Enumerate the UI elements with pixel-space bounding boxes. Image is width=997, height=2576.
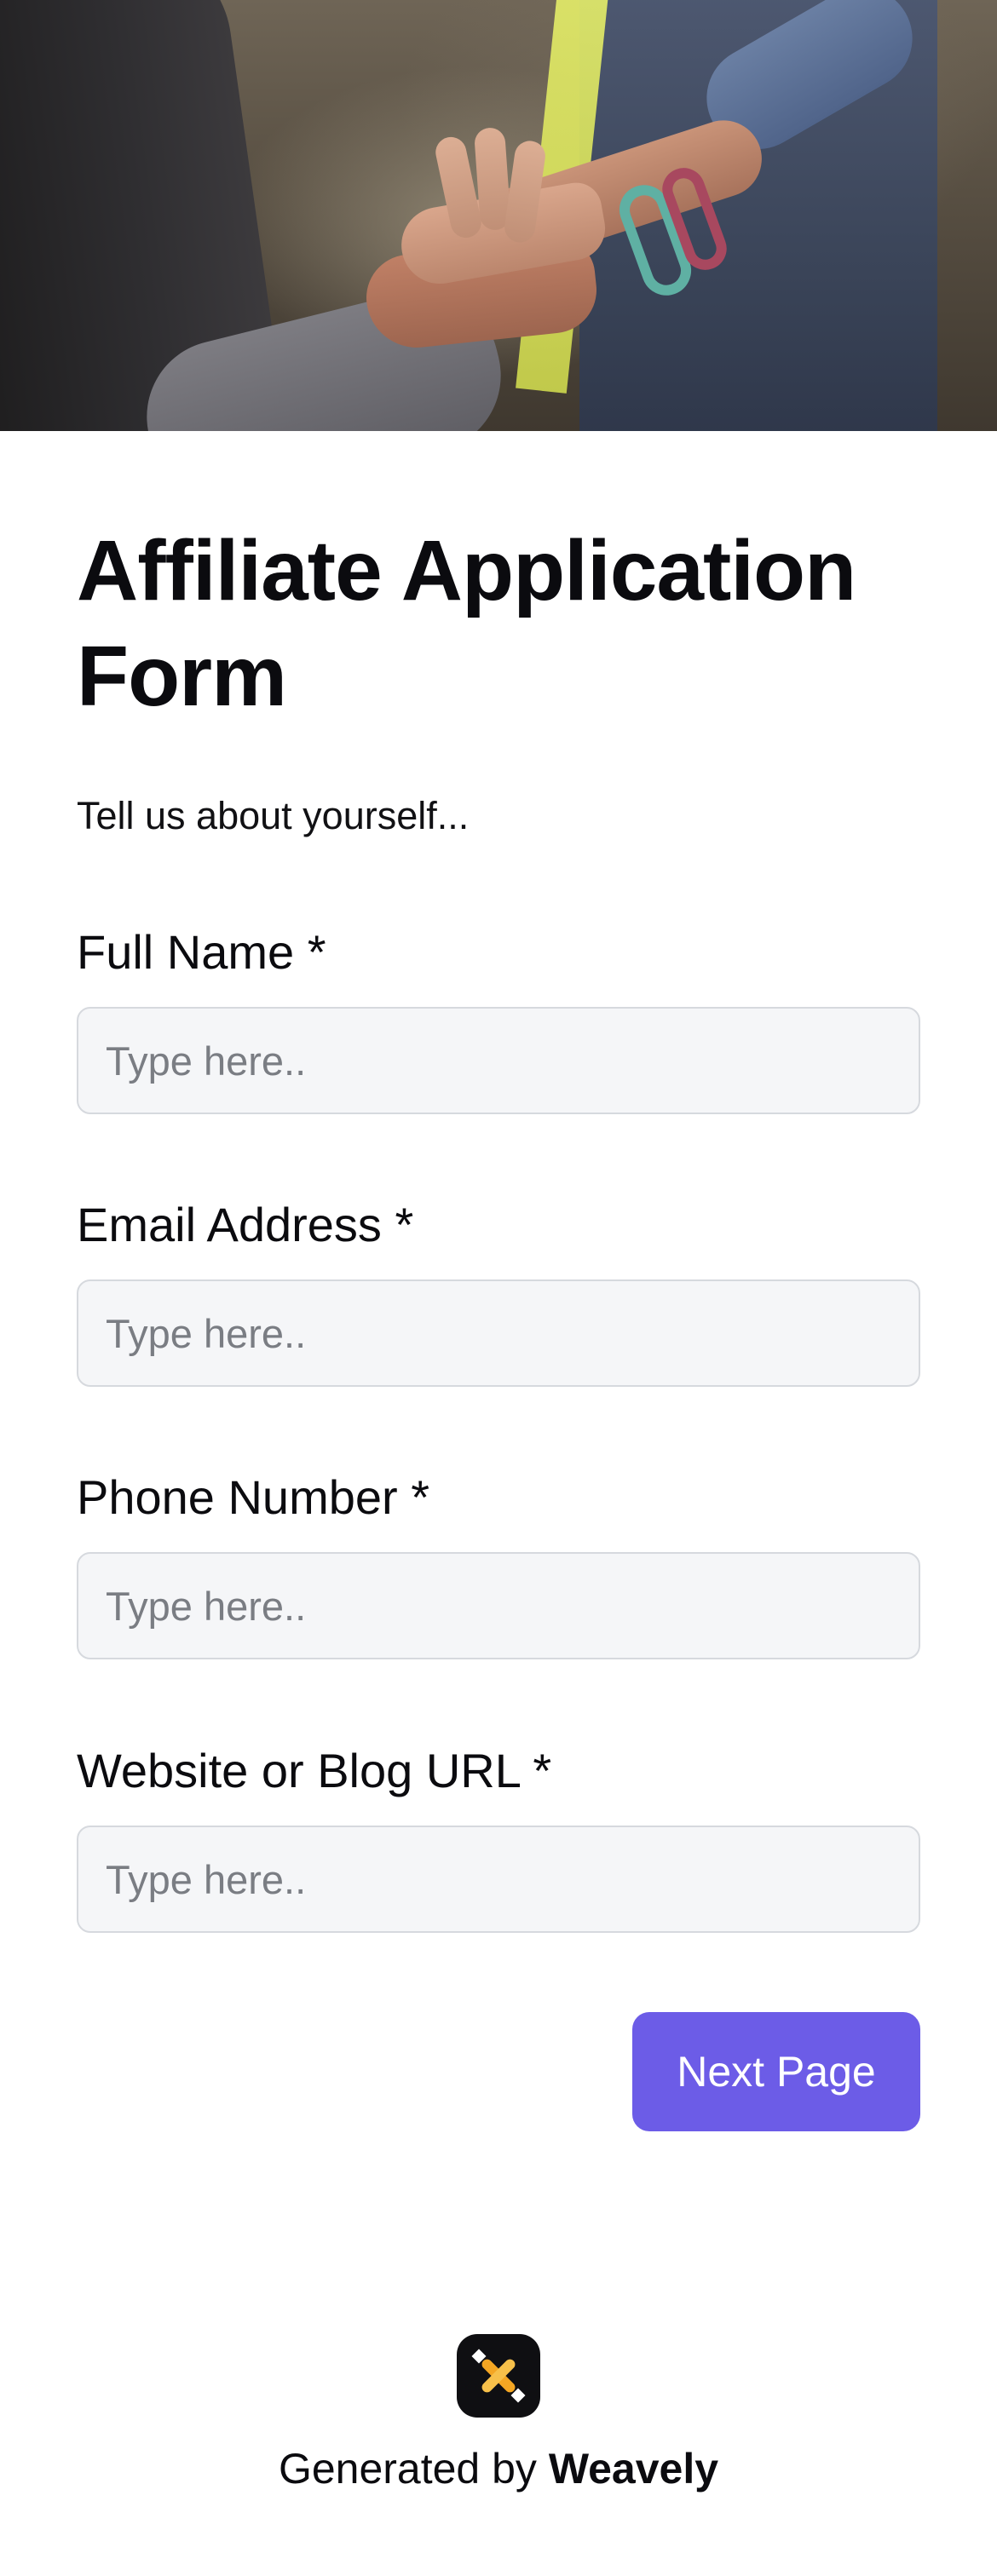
form-title: Affiliate Application Form <box>77 523 856 724</box>
email-input[interactable] <box>77 1279 920 1387</box>
phone-label: Phone Number * <box>77 1470 430 1524</box>
full-name-field: Full Name * <box>77 923 920 1114</box>
phone-input[interactable] <box>77 1552 920 1659</box>
phone-field: Phone Number * <box>77 1469 920 1659</box>
header-photo <box>0 0 997 431</box>
email-field: Email Address * <box>77 1196 920 1387</box>
email-label: Email Address * <box>77 1198 414 1251</box>
weavely-logo-icon[interactable] <box>457 2334 540 2418</box>
full-name-input[interactable] <box>77 1007 920 1114</box>
generated-by-text: Generated by Weavely <box>0 2442 997 2495</box>
footer: Generated by Weavely <box>0 2334 997 2495</box>
weavely-brand-link[interactable]: Weavely <box>549 2445 718 2493</box>
generated-by-prefix: Generated by <box>278 2445 549 2493</box>
form-subtitle: Tell us about yourself... <box>77 794 470 837</box>
page: Affiliate Application Form Tell us about… <box>0 0 997 2576</box>
website-field: Website or Blog URL * <box>77 1742 920 1933</box>
next-page-button[interactable]: Next Page <box>632 2012 920 2131</box>
full-name-label: Full Name * <box>77 925 326 979</box>
website-input[interactable] <box>77 1826 920 1933</box>
website-label: Website or Blog URL * <box>77 1744 552 1797</box>
